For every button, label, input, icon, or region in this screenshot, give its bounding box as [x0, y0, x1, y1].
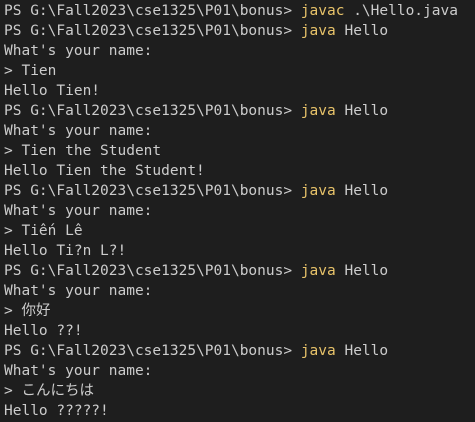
terminal-line-output: What's your name: — [4, 283, 153, 299]
terminal-line-input: > Tien the Student — [4, 143, 162, 159]
prompt-text: PS G:\Fall2023\cse1325\P01\bonus> — [4, 103, 301, 119]
command-name: java — [300, 103, 336, 119]
terminal-line-output: Hello Tien! — [4, 83, 101, 99]
terminal-line-output: Hello ?????! — [4, 403, 109, 419]
terminal-line-input: > Tien — [4, 63, 57, 79]
terminal-line-input: > Tiến Lê — [4, 223, 83, 239]
terminal-line-prompt: PS G:\Fall2023\cse1325\P01\bonus> java H… — [4, 181, 475, 201]
terminal-line-output: What's your name: — [4, 203, 153, 219]
terminal-line-output: What's your name: — [4, 43, 153, 59]
terminal-line-output: Hello ??! — [4, 323, 83, 339]
terminal-line-output: What's your name: — [4, 123, 153, 139]
terminal-line-prompt: PS G:\Fall2023\cse1325\P01\bonus> javac … — [4, 1, 475, 21]
command-name: java — [300, 183, 336, 199]
terminal-line-output: Hello Tien the Student! — [4, 163, 205, 179]
command-args: Hello — [335, 183, 389, 199]
command-args: Hello — [335, 343, 389, 359]
terminal-line-output: Hello Ti?n L?! — [4, 243, 127, 259]
terminal-output[interactable]: PS G:\Fall2023\cse1325\P01\bonus> javac … — [0, 0, 475, 422]
command-args: Hello — [335, 103, 389, 119]
command-name: java — [300, 263, 336, 279]
terminal-line-input: > こんにちは — [4, 383, 94, 399]
terminal-line-prompt: PS G:\Fall2023\cse1325\P01\bonus> java H… — [4, 101, 475, 121]
prompt-text: PS G:\Fall2023\cse1325\P01\bonus> — [4, 3, 301, 19]
command-args: Hello — [335, 23, 389, 39]
terminal-line-input: > 你好 — [4, 303, 51, 319]
prompt-text: PS G:\Fall2023\cse1325\P01\bonus> — [4, 23, 301, 39]
prompt-text: PS G:\Fall2023\cse1325\P01\bonus> — [4, 263, 301, 279]
prompt-text: PS G:\Fall2023\cse1325\P01\bonus> — [4, 343, 301, 359]
terminal-line-prompt: PS G:\Fall2023\cse1325\P01\bonus> java H… — [4, 261, 475, 281]
command-name: java — [300, 343, 336, 359]
command-args: .\Hello.java — [344, 3, 458, 19]
terminal-line-prompt: PS G:\Fall2023\cse1325\P01\bonus> java H… — [4, 21, 475, 41]
terminal-line-prompt: PS G:\Fall2023\cse1325\P01\bonus> java H… — [4, 341, 475, 361]
command-args: Hello — [335, 263, 389, 279]
prompt-text: PS G:\Fall2023\cse1325\P01\bonus> — [4, 183, 301, 199]
command-name: java — [300, 23, 336, 39]
terminal-line-output: What's your name: — [4, 363, 153, 379]
command-name: javac — [300, 3, 345, 19]
